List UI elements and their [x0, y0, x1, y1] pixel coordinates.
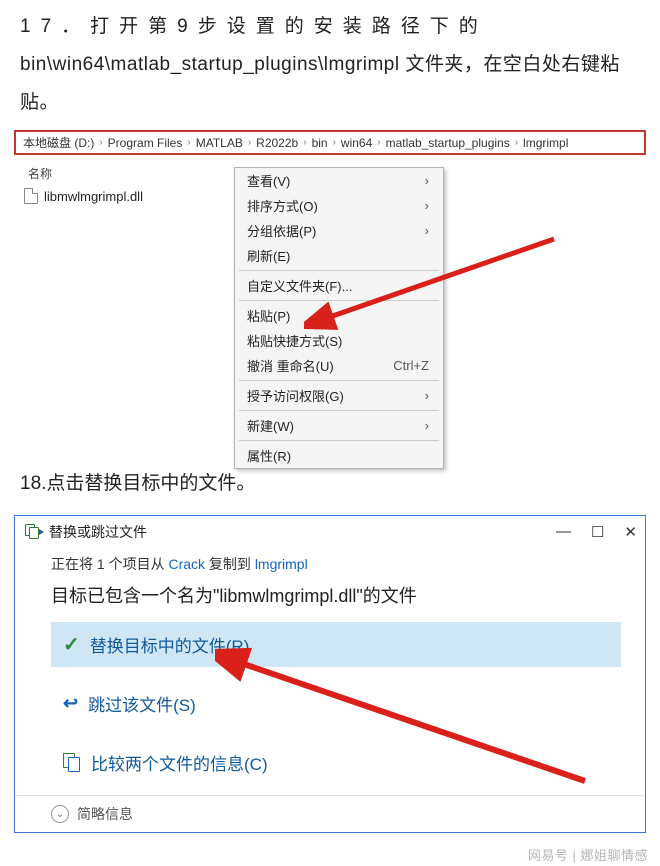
menu-item-group[interactable]: 分组依据(P)› — [235, 218, 443, 243]
chevron-right-icon: › — [513, 137, 520, 148]
breadcrumb-seg[interactable]: MATLAB — [193, 136, 246, 150]
menu-separator — [239, 300, 439, 301]
dialog-body: 正在将 1 个项目从 Crack 复制到 lmgrimpl 目标已包含一个名为"… — [15, 546, 645, 795]
chevron-right-icon: › — [97, 137, 104, 148]
replace-dialog: 替换或跳过文件 — ☐ ✕ 正在将 1 个项目从 Crack 复制到 lmgri… — [14, 515, 646, 833]
shortcut-label: Ctrl+Z — [393, 358, 429, 373]
menu-item-properties[interactable]: 属性(R) — [235, 443, 443, 468]
chevron-right-icon: › — [185, 137, 192, 148]
context-menu: 查看(V)› 排序方式(O)› 分组依据(P)› 刷新(E) 自定义文件夹(F)… — [234, 167, 444, 469]
compare-icon — [63, 753, 81, 773]
menu-item-paste[interactable]: 粘贴(P) — [235, 303, 443, 328]
check-icon: ✓ — [63, 632, 80, 657]
option-replace-label: 替换目标中的文件(R) — [90, 632, 250, 657]
menu-item-sort[interactable]: 排序方式(O)› — [235, 193, 443, 218]
chevron-right-icon: › — [331, 137, 338, 148]
conflict-file-name: libmwlmgrimpl.dll — [219, 586, 356, 606]
step-17-text: 17．打开第9步设置的安装路径下的 bin\win64\matlab_start… — [0, 0, 660, 126]
menu-item-customize[interactable]: 自定义文件夹(F)... — [235, 273, 443, 298]
option-replace[interactable]: ✓ 替换目标中的文件(R) — [51, 622, 621, 667]
chevron-right-icon: › — [425, 173, 429, 188]
menu-item-refresh[interactable]: 刷新(E) — [235, 243, 443, 268]
maximize-button[interactable]: ☐ — [591, 523, 604, 541]
dialog-footer[interactable]: ⌄ 简略信息 — [15, 795, 645, 832]
option-skip[interactable]: ↩ 跳过该文件(S) — [51, 681, 621, 726]
dialog-titlebar[interactable]: 替换或跳过文件 — ☐ ✕ — [15, 516, 645, 546]
chevron-right-icon: › — [301, 137, 308, 148]
menu-separator — [239, 440, 439, 441]
option-compare[interactable]: 比较两个文件的信息(C) — [51, 740, 621, 785]
chevron-right-icon: › — [425, 418, 429, 433]
explorer-pane[interactable]: 名称 libmwlmgrimpl.dll 查看(V)› 排序方式(O)› 分组依… — [14, 159, 646, 459]
option-compare-label: 比较两个文件的信息(C) — [91, 750, 268, 775]
breadcrumb-seg[interactable]: Program Files — [105, 136, 186, 150]
minimize-button[interactable]: — — [556, 523, 571, 541]
breadcrumb[interactable]: 本地磁盘 (D:)› Program Files› MATLAB› R2022b… — [14, 130, 646, 155]
breadcrumb-seg[interactable]: bin — [309, 136, 331, 150]
breadcrumb-seg[interactable]: win64 — [338, 136, 375, 150]
menu-separator — [239, 270, 439, 271]
breadcrumb-seg[interactable]: 本地磁盘 (D:) — [20, 134, 97, 151]
close-button[interactable]: ✕ — [624, 523, 637, 541]
chevron-down-icon[interactable]: ⌄ — [51, 805, 69, 823]
copy-src: Crack — [168, 556, 205, 572]
file-icon — [24, 188, 38, 204]
chevron-right-icon: › — [425, 223, 429, 238]
chevron-right-icon: › — [425, 388, 429, 403]
dialog-title-text: 替换或跳过文件 — [49, 522, 147, 542]
breadcrumb-seg[interactable]: lmgrimpl — [520, 136, 571, 150]
copying-line: 正在将 1 个项目从 Crack 复制到 lmgrimpl — [51, 554, 621, 574]
menu-separator — [239, 410, 439, 411]
skip-icon: ↩ — [63, 693, 78, 714]
menu-item-undo[interactable]: 撤消 重命名(U)Ctrl+Z — [235, 353, 443, 378]
chevron-right-icon: › — [375, 137, 382, 148]
breadcrumb-seg[interactable]: matlab_startup_plugins — [383, 136, 513, 150]
file-name: libmwlmgrimpl.dll — [44, 189, 143, 204]
chevron-right-icon: › — [246, 137, 253, 148]
copy-files-icon — [25, 524, 41, 540]
copy-dst: lmgrimpl — [255, 556, 308, 572]
menu-item-view[interactable]: 查看(V)› — [235, 168, 443, 193]
menu-item-share[interactable]: 授予访问权限(G)› — [235, 383, 443, 408]
already-contains-line: 目标已包含一个名为"libmwlmgrimpl.dll"的文件 — [51, 582, 621, 608]
step-17-line1: 17．打开第9步设置的安装路径下的 — [20, 16, 488, 37]
breadcrumb-seg[interactable]: R2022b — [253, 136, 301, 150]
menu-item-paste-shortcut[interactable]: 粘贴快捷方式(S) — [235, 328, 443, 353]
option-skip-label: 跳过该文件(S) — [88, 691, 196, 716]
footer-label: 简略信息 — [77, 804, 133, 824]
chevron-right-icon: › — [425, 198, 429, 213]
watermark: 网易号 | 娜姐聊情感 — [528, 845, 648, 864]
menu-item-new[interactable]: 新建(W)› — [235, 413, 443, 438]
step-17-line2: bin\win64\matlab_startup_plugins\lmgrimp… — [20, 54, 620, 113]
menu-separator — [239, 380, 439, 381]
